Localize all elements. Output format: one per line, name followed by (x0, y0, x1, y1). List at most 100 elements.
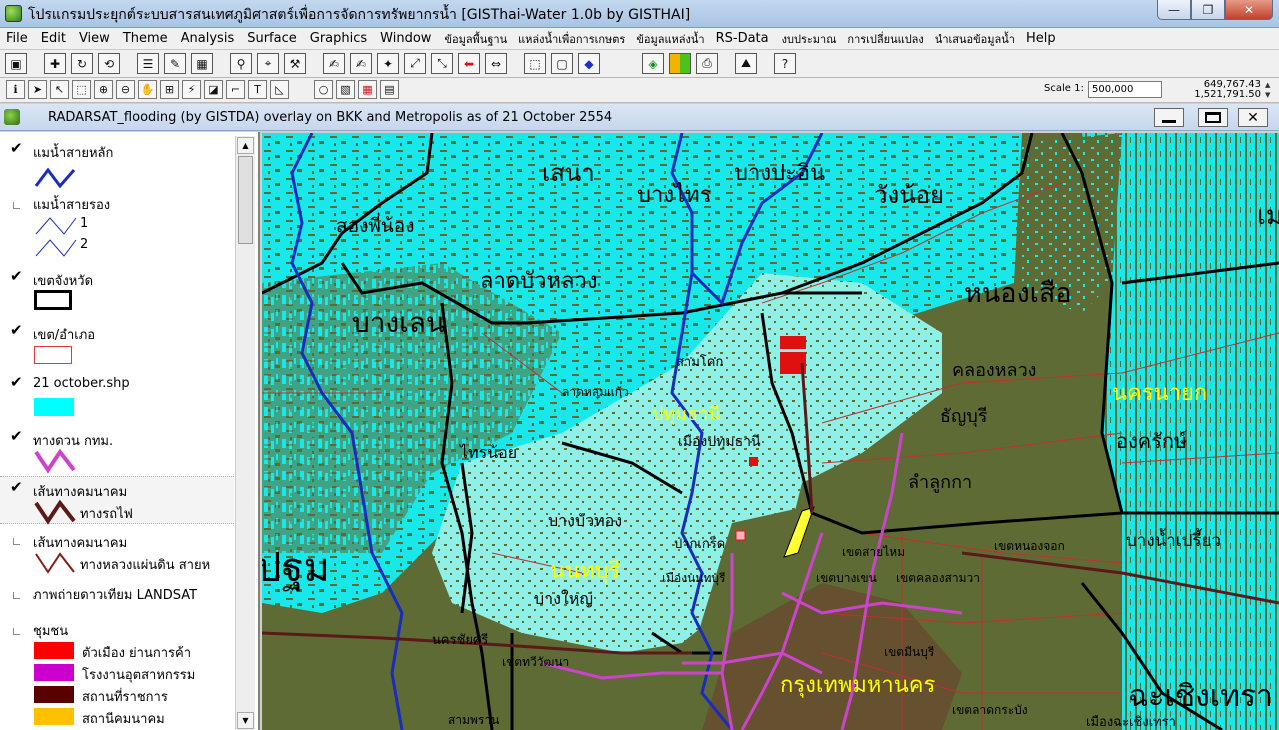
identify-icon[interactable]: ℹ (6, 80, 25, 99)
menu-13[interactable]: การเปลี่ยนแปลง (847, 30, 923, 48)
scroll-down-icon[interactable]: ▼ (237, 712, 254, 729)
layer-checkbox[interactable] (10, 532, 22, 545)
layer-checkbox[interactable]: ✔ (10, 429, 23, 444)
layout-icon[interactable]: ⛰ (735, 53, 757, 74)
hotlink-icon[interactable]: ⚡ (182, 80, 201, 99)
legend-scrollbar[interactable]: ▲ ▼ (235, 136, 255, 730)
measure-icon[interactable]: ⊞ (160, 80, 179, 99)
scale-input[interactable]: 500,000 (1088, 81, 1162, 98)
layer-checkbox[interactable] (10, 586, 22, 599)
previous-extent-icon[interactable]: ⬅ (458, 53, 480, 74)
menu-3[interactable]: Theme (123, 31, 168, 46)
select-all-icon[interactable]: ✦ (377, 53, 399, 74)
layer-checkbox[interactable]: ✔ (10, 269, 23, 284)
view-title-bar[interactable]: RADARSAT_flooding (by GISTDA) overlay on… (0, 104, 1279, 131)
class-label: ตัวเมือง ย่านการค้า (82, 646, 191, 661)
menu-15[interactable]: Help (1026, 31, 1056, 46)
hammer-icon[interactable]: ⚒ (284, 53, 306, 74)
menu-9[interactable]: แหล่งน้ำเพื่อการเกษตร (518, 30, 625, 48)
legend-layer-main-river[interactable]: ✔ แมน้ำสายหลัก (0, 138, 234, 190)
zoom-selected-icon[interactable]: ⬚ (524, 53, 546, 74)
area-of-interest-icon[interactable]: ◪ (204, 80, 223, 99)
label-icon[interactable]: ⌐ (226, 80, 245, 99)
save-icon[interactable]: ▣ (5, 53, 27, 74)
layer-checkbox[interactable]: ✔ (10, 323, 23, 338)
urban-block (735, 530, 746, 541)
edit-legend-icon[interactable]: ✎ (164, 53, 186, 74)
menu-1[interactable]: Edit (41, 31, 66, 46)
clear-selection-icon[interactable]: ▢ (551, 53, 573, 74)
scroll-up-icon[interactable]: ▲ (237, 137, 254, 154)
text-tool-icon[interactable]: T (248, 80, 267, 99)
zoom-full-icon[interactable]: ⤢ (404, 53, 426, 74)
menu-10[interactable]: ข้อมูลแหล่งน้ำ (636, 30, 704, 48)
close-button[interactable]: ✕ (1225, 0, 1273, 20)
menu-0[interactable]: File (6, 31, 28, 46)
layer-stack-icon[interactable]: ◈ (642, 53, 664, 74)
map-label: เม (1257, 201, 1279, 231)
query-builder-icon[interactable]: ✍ (350, 53, 372, 74)
title-bar[interactable]: โปรแกรมประยุกต์ระบบสารสนเทศภูมิศาสตร์เพื… (0, 0, 1279, 28)
minimize-icon (1162, 120, 1176, 123)
layer-checkbox[interactable] (10, 196, 22, 209)
minimize-button[interactable]: — (1157, 0, 1191, 20)
layer-checkbox[interactable]: ✔ (10, 375, 23, 390)
color-grid-icon[interactable]: ▦ (358, 80, 377, 99)
diamond-icon[interactable]: ◆ (578, 53, 600, 74)
restore-button[interactable]: ❐ (1191, 0, 1225, 20)
refresh-icon[interactable]: ↻ (71, 53, 93, 74)
view-icon[interactable] (4, 109, 20, 125)
legend-layer-secondary-river[interactable]: แมน้ำสายรอง 1 2 (0, 192, 234, 260)
image-tool-icon[interactable]: ▧ (336, 80, 355, 99)
color-ramp-icon[interactable] (669, 53, 691, 74)
select-feature-icon[interactable]: ⬚ (72, 80, 91, 99)
layer-checkbox[interactable]: ✔ (10, 141, 23, 156)
layer-checkbox[interactable]: ✔ (10, 480, 23, 495)
legend-layer-province[interactable]: ✔ เขตจังหวัด (0, 266, 234, 314)
zoom-out-icon[interactable]: ⊖ (116, 80, 135, 99)
pan-icon[interactable]: ✋ (138, 80, 157, 99)
find-icon[interactable]: ⚲ (230, 53, 252, 74)
coord-arrows-icon[interactable]: ▲ ▼ (1265, 80, 1275, 100)
menu-8[interactable]: ข้อมูลพื้นฐาน (444, 30, 507, 48)
table-icon[interactable]: ▦ (191, 53, 213, 74)
zoom-active-icon[interactable]: ⤡ (431, 53, 453, 74)
map-label: บางน้ำเปรี้ยว (1126, 531, 1222, 551)
legend-layer-landsat[interactable]: ภาพถ่ายดาวเทียม LANDSAT (0, 582, 234, 608)
menu-4[interactable]: Analysis (181, 31, 235, 46)
properties-icon[interactable]: ☰ (137, 53, 159, 74)
menu-12[interactable]: งบประมาณ (782, 30, 837, 48)
legend-layer-district[interactable]: ✔ เขต/อำเภอ (0, 320, 234, 368)
menu-14[interactable]: นำเสนอข้อมูลน้ำ (935, 30, 1015, 48)
print-icon[interactable]: ⎙ (696, 53, 718, 74)
locate-icon[interactable]: ⌖ (257, 53, 279, 74)
draw-icon[interactable]: ◺ (270, 80, 289, 99)
pointer-icon[interactable]: ➤ (28, 80, 47, 99)
view-maximize-button[interactable] (1198, 108, 1228, 127)
scroll-thumb[interactable] (238, 156, 253, 244)
zoom-in-icon[interactable]: ⊕ (94, 80, 113, 99)
legend-layer-highway[interactable]: เส้นทางคมนาคม ทางหลวงแผ่นดิน สายห (0, 528, 234, 576)
help-pointer-icon[interactable]: ? (774, 53, 796, 74)
graphics-icon[interactable]: ▤ (380, 80, 399, 99)
pan-extent-icon[interactable]: ⇔ (485, 53, 507, 74)
vertex-edit-icon[interactable]: ↖ (50, 80, 69, 99)
menu-2[interactable]: View (79, 31, 110, 46)
legend-layer-flood[interactable]: ✔ 21 october.shp (0, 372, 234, 420)
map-view[interactable]: เสนา บางไทร บางปะอิน วังน้อย สองพี่น้อง ลาดบั… (262, 133, 1279, 730)
legend-layer-community[interactable]: ชุมชน ตัวเมือง ย่านการค้า โรงงานอุตสาหกร… (0, 618, 234, 730)
circle-tool-icon[interactable]: ○ (314, 80, 333, 99)
app-icon[interactable] (5, 5, 22, 22)
view-close-button[interactable]: ✕ (1238, 108, 1268, 127)
menu-11[interactable]: RS-Data (716, 31, 769, 46)
redraw-icon[interactable]: ⟲ (98, 53, 120, 74)
query-icon[interactable]: ✍ (323, 53, 345, 74)
layer-checkbox[interactable] (10, 622, 22, 635)
view-minimize-button[interactable] (1154, 108, 1184, 127)
menu-6[interactable]: Graphics (310, 31, 367, 46)
menu-7[interactable]: Window (380, 31, 431, 46)
legend-layer-railway[interactable]: ✔ เส้นทางคมนาคม ทางรถไฟ (0, 476, 234, 525)
menu-5[interactable]: Surface (247, 31, 297, 46)
add-theme-icon[interactable]: ✚ (44, 53, 66, 74)
legend-layer-expressway[interactable]: ✔ ทางดวน กทม. (0, 426, 234, 474)
